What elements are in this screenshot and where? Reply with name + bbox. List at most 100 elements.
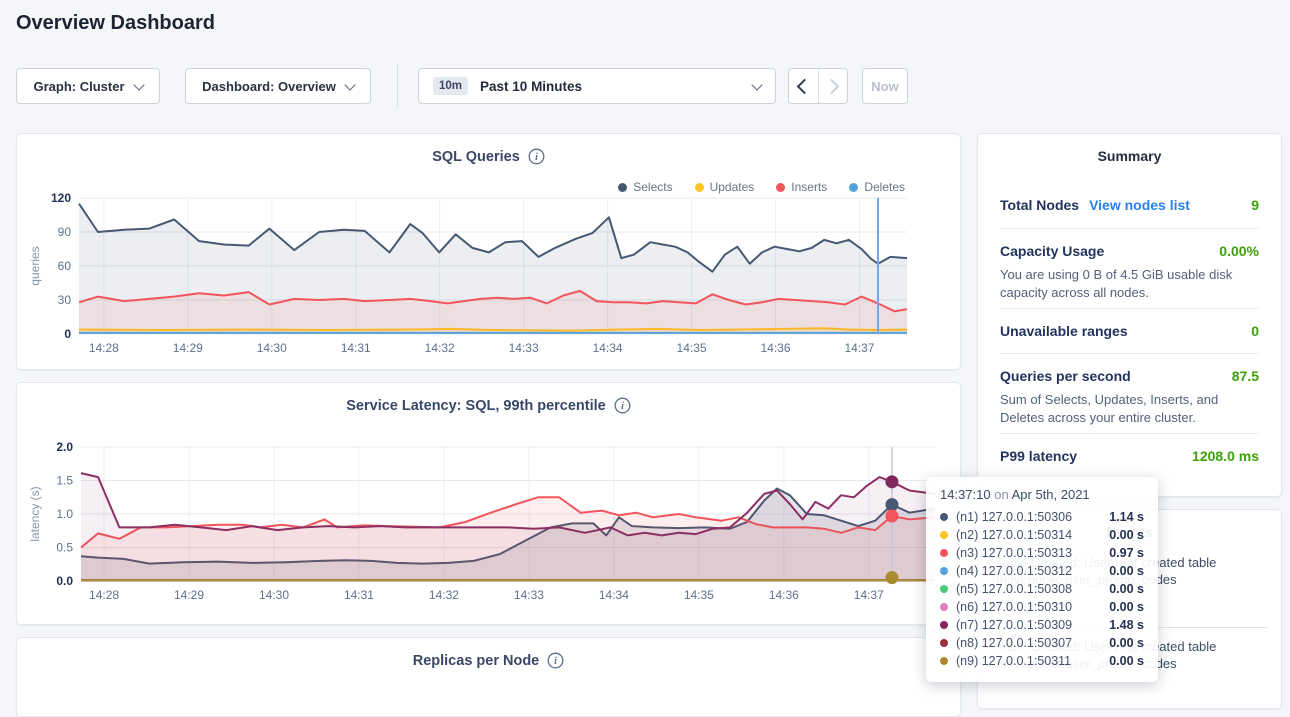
stat-label: Unavailable ranges	[1000, 323, 1128, 339]
svg-text:14:32: 14:32	[429, 588, 459, 602]
svg-text:0: 0	[64, 327, 71, 341]
tooltip-date: Apr 5th, 2021	[1012, 487, 1090, 502]
updates-series-dot	[695, 183, 704, 192]
svg-text:queries: queries	[28, 246, 42, 285]
tooltip-node-row: (n2) 127.0.0.1:503140.00 s	[940, 526, 1144, 544]
node-latency-value: 0.00 s	[1109, 600, 1144, 614]
tooltip-header: 14:37:10 on Apr 5th, 2021	[940, 487, 1144, 502]
stat-value: 0.00%	[1219, 243, 1259, 259]
tooltip-rows: (n1) 127.0.0.1:503061.14 s(n2) 127.0.0.1…	[940, 508, 1144, 670]
summary-heading: Summary	[978, 148, 1281, 164]
svg-text:14:31: 14:31	[344, 588, 374, 602]
legend-item-selects[interactable]: Selects	[618, 180, 672, 194]
stat-label: Total Nodes	[1000, 197, 1079, 213]
svg-text:14:34: 14:34	[593, 341, 623, 355]
summary-panel: Summary Total Nodes View nodes list 9 Ca…	[977, 133, 1282, 497]
time-back-button[interactable]	[789, 69, 818, 103]
svg-text:1.5: 1.5	[56, 474, 73, 488]
svg-text:30: 30	[58, 293, 72, 307]
legend-item-deletes[interactable]: Deletes	[849, 180, 905, 194]
node-latency-value: 0.00 s	[1109, 636, 1144, 650]
node-address: (n7) 127.0.0.1:50309	[956, 618, 1072, 632]
svg-text:14:33: 14:33	[509, 341, 539, 355]
inserts-series-dot	[776, 183, 785, 192]
stat-p99-latency: P99 latency 1208.0 ms	[1000, 448, 1259, 464]
svg-text:1.0: 1.0	[56, 507, 73, 521]
chevron-down-icon	[133, 79, 144, 90]
sql-queries-card: 14:2814:2914:3014:3114:3214:3314:3414:35…	[16, 133, 961, 370]
node-latency-value: 0.97 s	[1109, 546, 1144, 560]
svg-text:14:37: 14:37	[854, 588, 884, 602]
dashboard-selector-dropdown[interactable]: Dashboard: Overview	[185, 68, 371, 104]
replicas-title-row: Replicas per Node i	[17, 652, 960, 669]
svg-text:14:28: 14:28	[89, 341, 119, 355]
sql-queries-title-row: SQL Queries i	[17, 148, 960, 165]
divider	[1000, 228, 1259, 229]
tooltip-node-row: (n5) 127.0.0.1:503080.00 s	[940, 580, 1144, 598]
stat-value: 0	[1251, 323, 1259, 339]
chart-title: Service Latency: SQL, 99th percentile	[346, 398, 606, 414]
stat-label: P99 latency	[1000, 448, 1077, 464]
chart-hover-tooltip: 14:37:10 on Apr 5th, 2021 (n1) 127.0.0.1…	[926, 477, 1158, 682]
time-pager	[788, 68, 848, 104]
info-icon[interactable]: i	[614, 397, 631, 414]
legend-item-updates[interactable]: Updates	[695, 180, 755, 194]
tooltip-node-row: (n6) 127.0.0.1:50310 0.00 s	[940, 598, 1144, 616]
node-address: (n6) 127.0.0.1:50310	[956, 600, 1072, 614]
view-nodes-list-link[interactable]: View nodes list	[1089, 197, 1190, 213]
stat-capacity-usage: Capacity Usage 0.00% You are using 0 B o…	[1000, 243, 1259, 302]
time-range-dropdown[interactable]: 10m Past 10 Minutes	[418, 68, 776, 104]
legend-label: Inserts	[791, 180, 827, 194]
svg-text:14:30: 14:30	[259, 588, 289, 602]
tooltip-on: on	[994, 487, 1008, 502]
time-forward-button[interactable]	[818, 69, 848, 103]
selects-series-dot	[618, 183, 627, 192]
node-latency-value: 0.00 s	[1109, 582, 1144, 596]
node-series-dot	[940, 603, 948, 611]
stat-description: You are using 0 B of 4.5 GiB usable disk…	[1000, 266, 1259, 302]
node-series-dot	[940, 531, 948, 539]
svg-text:0.5: 0.5	[56, 541, 73, 555]
legend-item-inserts[interactable]: Inserts	[776, 180, 827, 194]
info-icon[interactable]: i	[528, 148, 545, 165]
node-address: (n2) 127.0.0.1:50314	[956, 528, 1072, 542]
graph-selector-dropdown[interactable]: Graph: Cluster	[16, 68, 160, 104]
stat-label: Queries per second	[1000, 368, 1131, 384]
divider	[1000, 308, 1259, 309]
node-series-dot	[940, 549, 948, 557]
tooltip-node-row: (n7) 127.0.0.1:503091.48 s	[940, 616, 1144, 634]
stat-value: 87.5	[1232, 368, 1259, 384]
sql-queries-chart[interactable]: 14:2814:2914:3014:3114:3214:3314:3414:35…	[17, 134, 960, 370]
service-latency-card: 14:2814:2914:3014:3114:3214:3314:3414:35…	[16, 382, 961, 625]
info-icon[interactable]: i	[547, 652, 564, 669]
svg-text:0.0: 0.0	[56, 574, 73, 588]
tooltip-node-row: (n9) 127.0.0.1:50311 0.00 s	[940, 652, 1144, 670]
svg-text:14:35: 14:35	[677, 341, 707, 355]
service-latency-title-row: Service Latency: SQL, 99th percentile i	[17, 397, 960, 414]
legend-label: Updates	[710, 180, 755, 194]
service-latency-chart[interactable]: 14:2814:2914:3014:3114:3214:3314:3414:35…	[17, 383, 960, 625]
tooltip-node-row: (n4) 127.0.0.1:503120.00 s	[940, 562, 1144, 580]
now-button[interactable]: Now	[862, 68, 908, 104]
node-series-dot	[940, 657, 948, 665]
svg-text:14:32: 14:32	[425, 341, 455, 355]
tooltip-node-row: (n8) 127.0.0.1:503070.00 s	[940, 634, 1144, 652]
svg-text:14:28: 14:28	[89, 588, 119, 602]
legend-label: Deletes	[864, 180, 905, 194]
svg-text:14:30: 14:30	[257, 341, 287, 355]
svg-text:120: 120	[51, 191, 71, 205]
node-latency-value: 0.00 s	[1109, 564, 1144, 578]
node-latency-value: 0.00 s	[1109, 654, 1144, 668]
deletes-series-dot	[849, 183, 858, 192]
svg-text:14:36: 14:36	[769, 588, 799, 602]
sql-queries-legend: Selects Updates Inserts Deletes	[618, 180, 905, 194]
stat-value: 9	[1251, 197, 1259, 213]
svg-text:14:35: 14:35	[684, 588, 714, 602]
tooltip-node-row: (n3) 127.0.0.1:503130.97 s	[940, 544, 1144, 562]
svg-text:i: i	[621, 401, 624, 412]
stat-value: 1208.0 ms	[1192, 448, 1259, 464]
stat-unavailable-ranges: Unavailable ranges 0	[1000, 323, 1259, 339]
legend-label: Selects	[633, 180, 672, 194]
node-address: (n9) 127.0.0.1:50311	[956, 654, 1071, 668]
svg-text:14:33: 14:33	[514, 588, 544, 602]
